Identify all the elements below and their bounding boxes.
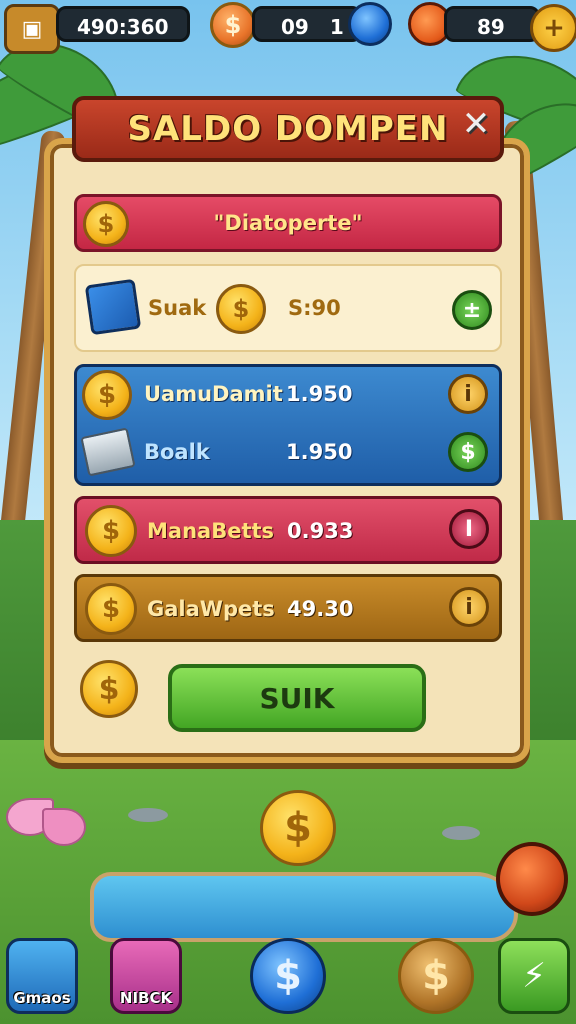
list-item[interactable]: $ UamuDamit 1.950 i — [76, 366, 500, 424]
counter-secondary: 1 — [329, 15, 344, 39]
info-button[interactable]: i — [449, 587, 489, 627]
close-button[interactable]: ✕ — [456, 104, 496, 144]
shop-button[interactable]: NIBCK — [110, 938, 182, 1014]
resource-counter: 09 1 — [252, 6, 362, 42]
add-button[interactable]: ± — [452, 290, 492, 330]
shop-label: NIBCK — [119, 989, 173, 1007]
coin-stack-icon: $ — [216, 284, 266, 334]
item-value: S:90 — [288, 296, 341, 320]
confirm-button[interactable]: SUIK — [168, 664, 426, 732]
coin-icon: $ — [85, 583, 137, 635]
lightning-icon: ⚡ — [522, 956, 546, 996]
item-value: 49.30 — [287, 597, 354, 621]
cash-bills-icon — [80, 427, 136, 477]
list-item[interactable]: $ ManaBetts 0.933 I — [74, 496, 502, 564]
top-hud: ▣ 490:360 $ 09 1 89 + — [0, 0, 576, 54]
item-label: UamuDamit — [144, 382, 283, 406]
section-header-label: "Diatoperte" — [213, 211, 363, 235]
rock-decoration — [128, 808, 168, 822]
gems-counter: 89 — [444, 6, 540, 42]
games-label: Gmaos — [13, 989, 71, 1007]
coin-icon: $ — [85, 505, 137, 557]
treasure-chest-icon[interactable]: ▣ — [4, 4, 60, 54]
blue-gem-icon — [348, 2, 392, 46]
gold-coin-button[interactable]: $ — [398, 938, 474, 1014]
balance-display: 490:360 — [56, 6, 190, 42]
coin-icon: $ — [210, 2, 256, 48]
side-action-button[interactable] — [496, 842, 568, 916]
counter-value: 09 — [281, 15, 309, 39]
stream — [90, 872, 518, 942]
list-item[interactable]: $ GalaWpets 49.30 i — [74, 574, 502, 642]
rock-decoration — [442, 826, 480, 840]
floating-coin-icon: $ — [260, 790, 336, 866]
item-label: ManaBetts — [147, 519, 275, 543]
item-label: Suak — [148, 296, 207, 320]
info-button[interactable]: I — [449, 509, 489, 549]
item-label: Boalk — [144, 440, 210, 464]
boost-button[interactable]: ⚡ — [498, 938, 570, 1014]
gems-value: 89 — [477, 15, 505, 39]
section-header: $ "Diatoperte" — [74, 194, 502, 252]
flower-decoration — [6, 790, 86, 850]
confirm-button-label: SUIK — [259, 681, 335, 715]
cash-button[interactable]: $ — [448, 432, 488, 472]
blue-coin-button[interactable]: $ — [250, 938, 326, 1014]
close-icon: ✕ — [461, 104, 491, 144]
page-title: SALDO DOMPEN — [127, 109, 449, 149]
info-button[interactable]: i — [448, 374, 488, 414]
coin-icon: $ — [80, 660, 138, 718]
cash-box-icon — [84, 278, 142, 336]
list-item[interactable]: Boalk 1.950 $ — [76, 424, 500, 482]
item-value: 1.950 — [286, 382, 353, 406]
balance-value: 490:360 — [77, 15, 169, 39]
item-label: GalaWpets — [147, 597, 275, 621]
add-currency-button[interactable]: + — [530, 4, 576, 52]
title-banner: SALDO DOMPEN — [72, 96, 504, 162]
list-item[interactable]: Suak $ S:90 ± — [74, 264, 502, 352]
coin-icon: $ — [82, 370, 132, 420]
item-value: 1.950 — [286, 440, 353, 464]
games-button[interactable]: Gmaos — [6, 938, 78, 1014]
item-value: 0.933 — [287, 519, 354, 543]
